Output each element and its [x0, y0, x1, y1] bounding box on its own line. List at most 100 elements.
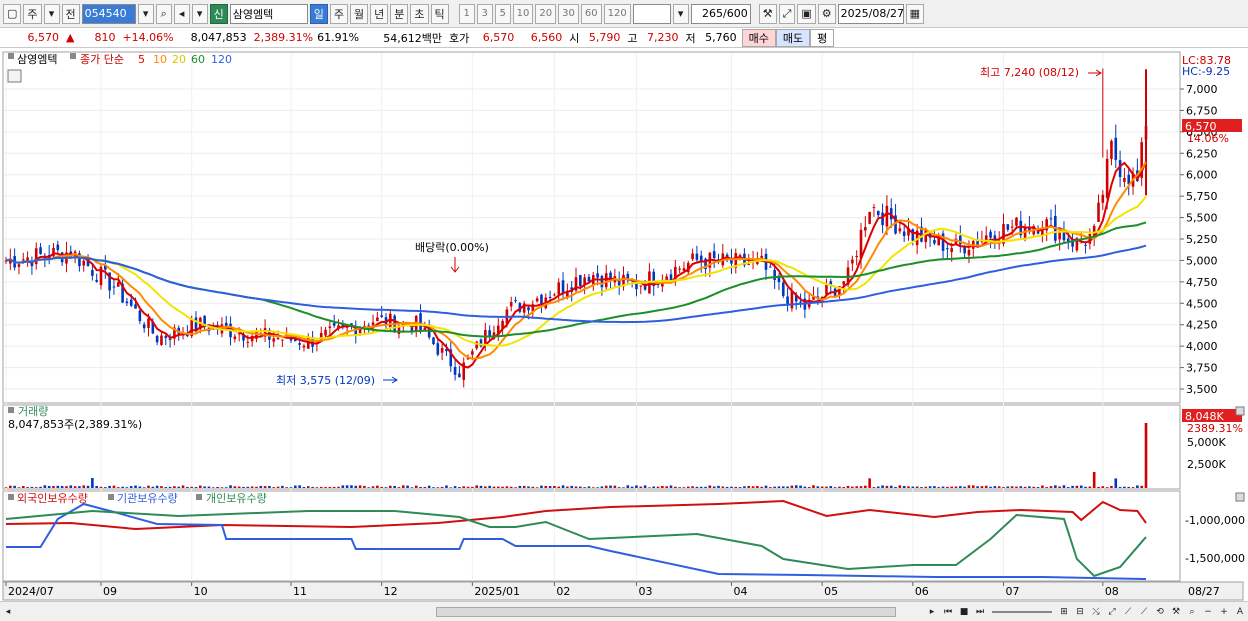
change-pct: +14.06% [122, 31, 174, 44]
volume-bar [639, 486, 643, 488]
interval-60[interactable]: 60 [580, 3, 602, 24]
period-day[interactable]: 일 [309, 3, 328, 24]
candle-body [91, 270, 94, 276]
chart-tool-1-icon[interactable]: ⊞ [1056, 605, 1072, 619]
candle-body [604, 273, 608, 288]
volume-bar [466, 486, 470, 488]
volume-bar [199, 485, 202, 488]
chart-tool-5-icon[interactable]: ⟋ [1120, 605, 1136, 619]
candle-body [17, 264, 21, 267]
play-back-icon[interactable]: ⏮ [940, 605, 956, 619]
candle-body [436, 343, 440, 355]
stock-chart[interactable]: 7,0006,7506,5006,2506,0005,7505,5005,250… [0, 49, 1248, 601]
interval-custom-input[interactable] [632, 3, 671, 24]
volume-bar [285, 487, 288, 488]
draw-icon[interactable]: ⤢ [778, 3, 796, 24]
interval-30[interactable]: 30 [558, 3, 579, 24]
speaker-dropdown-icon[interactable]: ▾ [191, 3, 208, 24]
market-select[interactable]: 주 [23, 3, 42, 24]
volume-bar [1123, 486, 1126, 488]
interval-1[interactable]: 1 [458, 3, 475, 24]
volume-bar [786, 486, 789, 488]
volume-bar [242, 486, 245, 488]
chart-tool-6-icon[interactable]: ⟋ [1136, 605, 1152, 619]
period-year[interactable]: 년 [370, 3, 389, 24]
ma-handle-icon[interactable] [70, 53, 76, 59]
volume-bar [406, 485, 409, 488]
scroll-left-icon[interactable]: ◂ [0, 605, 16, 619]
zoom-slider[interactable] [992, 610, 1052, 613]
chart-tool-8-icon[interactable]: ⚒ [1168, 605, 1184, 619]
volume-bar [91, 477, 94, 488]
calculator-icon[interactable] [7, 69, 22, 83]
speaker-icon[interactable]: ◂ [173, 3, 190, 24]
stock-name-field[interactable]: 삼영엠텍 [229, 3, 308, 24]
buy-button[interactable]: 매수 [741, 28, 776, 47]
play-forward-icon[interactable]: ⏭ [972, 605, 988, 619]
period-week[interactable]: 주 [329, 3, 349, 24]
zoom-in-icon[interactable]: + [1216, 605, 1232, 619]
stop-icon[interactable]: ■ [956, 605, 972, 619]
price-tick-label: 5,500 [1186, 212, 1218, 225]
individual-handle-icon[interactable] [196, 494, 202, 500]
count-input[interactable]: 265/600 [690, 3, 751, 24]
volume-bar [816, 486, 820, 488]
interval-10[interactable]: 10 [512, 3, 534, 24]
volume-handle-icon[interactable] [8, 407, 14, 413]
period-minute[interactable]: 분 [390, 3, 409, 24]
volume-bar [34, 487, 38, 488]
volume-bar [233, 486, 237, 488]
holdings-handle-icon[interactable] [8, 494, 14, 500]
gear-icon[interactable]: ⚙ [817, 3, 836, 24]
zoom-out-icon[interactable]: − [1200, 605, 1216, 619]
eval-button[interactable]: 평 [810, 28, 835, 47]
panel-handle-icon[interactable] [8, 53, 14, 59]
scrollbar-thumb[interactable] [436, 606, 896, 617]
horizontal-scrollbar[interactable] [16, 606, 924, 618]
interval-20[interactable]: 20 [535, 3, 557, 24]
interval-3[interactable]: 3 [476, 3, 493, 24]
interval-5[interactable]: 5 [494, 3, 511, 24]
dropdown-icon[interactable]: ▾ [43, 3, 60, 24]
volume-collapse-icon[interactable] [1235, 406, 1245, 416]
zoom-search-icon[interactable]: ⌕ [1184, 605, 1200, 619]
volume-bar [1127, 486, 1131, 488]
period-second[interactable]: 초 [410, 3, 429, 24]
volume-bar [419, 486, 422, 488]
all-select[interactable]: 전 [61, 3, 80, 24]
tools-icon[interactable]: ⚒ [758, 3, 777, 24]
institution-handle-icon[interactable] [108, 494, 114, 500]
volume-bar [155, 485, 159, 488]
save-icon[interactable]: ▣ [797, 3, 816, 24]
chart-tool-3-icon[interactable]: ⤯ [1088, 605, 1104, 619]
date-input[interactable]: 2025/08/27 [837, 3, 904, 24]
interval-120[interactable]: 120 [603, 3, 631, 24]
interval-dropdown-icon[interactable]: ▾ [672, 3, 689, 24]
candle-body [125, 301, 129, 304]
font-size-icon[interactable]: A [1232, 605, 1248, 619]
stock-code-input[interactable]: 054540 [81, 3, 136, 24]
period-month[interactable]: 월 [350, 3, 369, 24]
volume-bar [138, 486, 142, 488]
chart-tool-4-icon[interactable]: ⤢ [1104, 605, 1120, 619]
volume-bar [1006, 486, 1010, 488]
candle-body [712, 251, 716, 259]
search-icon[interactable]: ⌕ [155, 3, 172, 24]
code-dropdown-icon[interactable]: ▾ [137, 3, 154, 24]
volume-bar [1036, 487, 1040, 488]
candle-body [56, 244, 60, 251]
candle-body [825, 284, 828, 295]
calendar-icon[interactable]: ▦ [905, 3, 925, 24]
holdings-collapse-icon[interactable] [1235, 492, 1245, 502]
chart-tool-2-icon[interactable]: ⊟ [1072, 605, 1088, 619]
volume-bar [121, 486, 124, 488]
chart-tool-7-icon[interactable]: ⟲ [1152, 605, 1168, 619]
window-icon[interactable]: ▢ [3, 3, 22, 24]
scroll-right-icon[interactable]: ▸ [924, 605, 940, 619]
period-tick[interactable]: 틱 [430, 3, 449, 24]
volume-title: 거래량 [18, 405, 48, 418]
time-tick-label: 07 [1006, 585, 1020, 598]
volume-bar [885, 485, 889, 488]
sell-button[interactable]: 매도 [775, 28, 811, 47]
candle-body [1049, 218, 1053, 220]
